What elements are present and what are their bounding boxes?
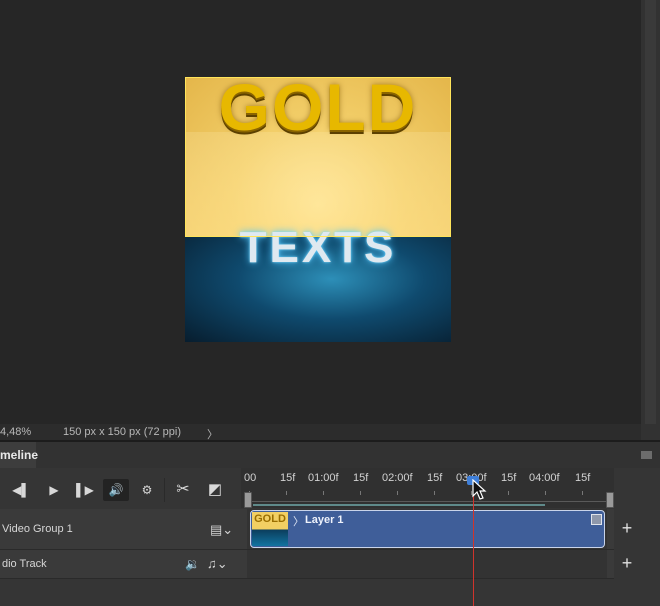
- ruler-label: 15f: [575, 472, 591, 484]
- add-audio-button[interactable]: +: [614, 553, 640, 574]
- cached-frames-bar: [253, 504, 545, 506]
- add-media-button[interactable]: +: [614, 518, 640, 539]
- work-area-bar[interactable]: [247, 501, 609, 502]
- speaker-icon[interactable]: 🔉: [185, 557, 200, 571]
- ruler-label: 15f: [427, 472, 443, 484]
- film-icon[interactable]: ▤⌄: [210, 522, 233, 538]
- mouse-cursor-icon: [472, 479, 487, 500]
- ruler-label: 00: [244, 472, 257, 484]
- ruler-label: 15f: [501, 472, 517, 484]
- scrollbar-thumb[interactable]: [645, 0, 656, 424]
- track-label: dio Track: [2, 558, 47, 570]
- panel-menu-icon[interactable]: [641, 451, 652, 459]
- work-area-start-handle[interactable]: [244, 492, 252, 508]
- ruler-label: 01:00f: [308, 472, 339, 484]
- document-info: 150 px x 150 px (72 ppi): [63, 426, 182, 438]
- ruler-label: 15f: [280, 472, 296, 484]
- selection-bounds: [185, 77, 451, 237]
- transition-icon[interactable]: ◩: [204, 479, 226, 501]
- mute-audio-icon[interactable]: 🔊: [103, 479, 129, 501]
- status-bar: 4,48% 150 px x 150 px (72 ppi) 〉: [0, 424, 641, 441]
- clip-label: Layer 1: [305, 514, 344, 526]
- ruler-label: 04:00f: [529, 472, 560, 484]
- timeline-panel-header: meline: [0, 442, 660, 469]
- controls-divider: [164, 478, 165, 502]
- track-lane[interactable]: [247, 550, 607, 578]
- work-area-end-handle[interactable]: [606, 492, 614, 508]
- settings-gear-icon[interactable]: ⚙: [136, 479, 158, 501]
- next-frame-icon[interactable]: ▌▶: [74, 479, 96, 501]
- split-scissors-icon[interactable]: ✂: [172, 479, 194, 501]
- document-canvas[interactable]: TEXTS GOLD: [185, 77, 451, 342]
- play-icon[interactable]: ▶: [43, 479, 65, 501]
- ruler-label: 15f: [353, 472, 369, 484]
- music-icon[interactable]: ♫⌄: [207, 556, 228, 572]
- layer-clip[interactable]: GOLD 〉 Layer 1: [250, 510, 605, 548]
- time-ruler[interactable]: 00 15f 01:00f 15f 02:00f 15f 03:00f 15f …: [241, 468, 614, 508]
- vertical-scrollbar[interactable]: [641, 0, 660, 424]
- clip-thumbnail: GOLD: [252, 512, 288, 546]
- prev-frame-icon[interactable]: ◀▌: [10, 479, 32, 501]
- track-label: Video Group 1: [2, 523, 73, 535]
- tab-timeline[interactable]: meline: [0, 442, 38, 468]
- ruler-label: 02:00f: [382, 472, 413, 484]
- clip-options-icon[interactable]: [591, 514, 602, 525]
- clip-expand-chevron-icon[interactable]: 〉: [293, 513, 304, 529]
- zoom-level[interactable]: 4,48%: [0, 426, 31, 438]
